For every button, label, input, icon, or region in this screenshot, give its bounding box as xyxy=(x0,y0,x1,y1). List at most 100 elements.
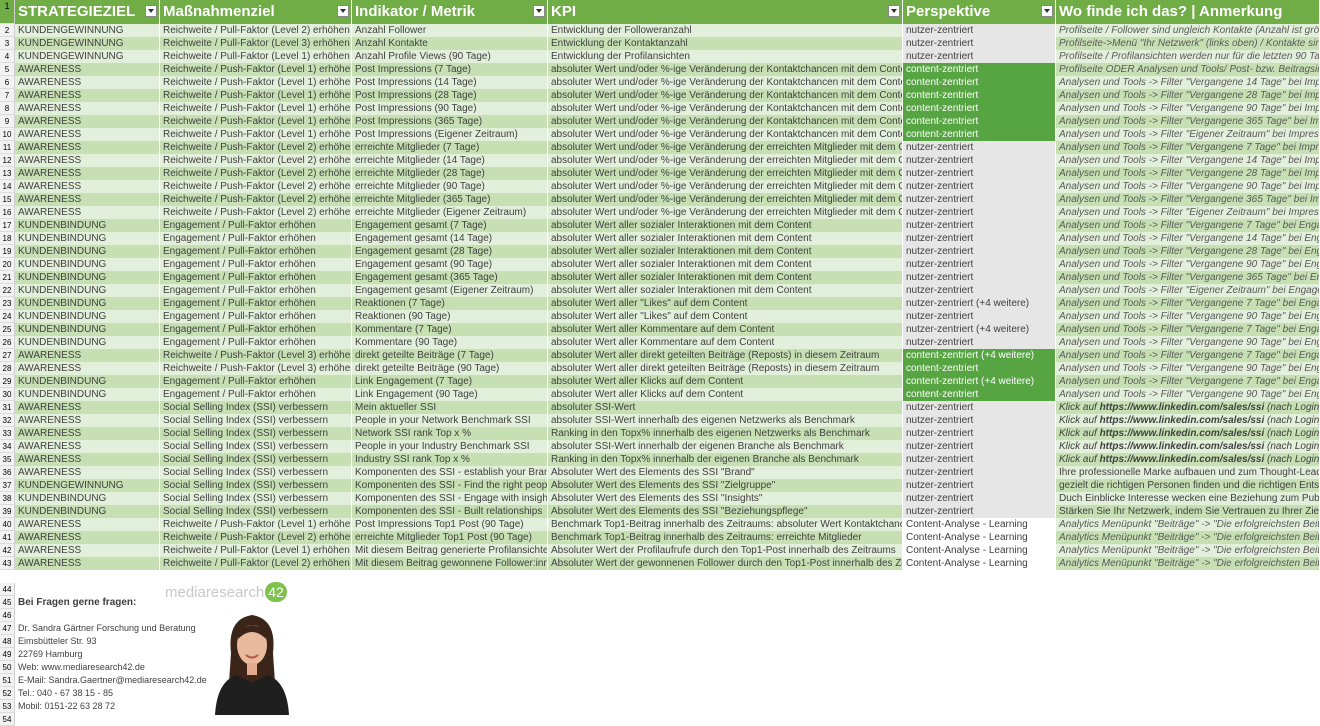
row-number[interactable]: 35 xyxy=(0,453,15,466)
kpi-cell[interactable]: absoluter Wert und/oder %-ige Veränderun… xyxy=(548,141,903,154)
massnahmenziel-cell[interactable]: Reichweite / Push-Faktor (Level 1) erhöh… xyxy=(160,128,352,141)
anmerkung-cell[interactable]: Klick auf https://www.linkedin.com/sales… xyxy=(1056,440,1320,453)
row-number[interactable]: 5 xyxy=(0,63,15,76)
anmerkung-cell[interactable]: Analysen und Tools -> Filter "Vergangene… xyxy=(1056,232,1320,245)
massnahmenziel-cell[interactable]: Engagement / Pull-Faktor erhöhen xyxy=(160,310,352,323)
kpi-cell[interactable]: Ranking in den Topx% innerhalb der eigen… xyxy=(548,453,903,466)
indikator-cell[interactable]: Komponenten des SSI - Built relationship… xyxy=(352,505,548,518)
row-number[interactable]: 37 xyxy=(0,479,15,492)
row-number[interactable]: 49 xyxy=(0,648,15,661)
massnahmenziel-cell[interactable]: Reichweite / Push-Faktor (Level 2) erhöh… xyxy=(160,141,352,154)
perspektive-cell[interactable]: nutzer-zentriert xyxy=(903,167,1056,180)
anmerkung-cell[interactable]: Klick auf https://www.linkedin.com/sales… xyxy=(1056,427,1320,440)
strategieziel-cell[interactable]: AWARENESS xyxy=(15,89,160,102)
strategieziel-cell[interactable]: KUNDENBINDUNG xyxy=(15,388,160,401)
massnahmenziel-cell[interactable]: Reichweite / Pull-Faktor (Level 2) erhöh… xyxy=(160,557,352,570)
strategieziel-cell[interactable]: AWARENESS xyxy=(15,362,160,375)
strategieziel-cell[interactable]: AWARENESS xyxy=(15,401,160,414)
kpi-cell[interactable]: absoluter Wert aller sozialer Interaktio… xyxy=(548,245,903,258)
row-number[interactable]: 28 xyxy=(0,362,15,375)
massnahmenziel-cell[interactable]: Social Selling Index (SSI) verbessern xyxy=(160,453,352,466)
massnahmenziel-cell[interactable]: Reichweite / Pull-Faktor (Level 3) erhöh… xyxy=(160,37,352,50)
perspektive-cell[interactable]: Content-Analyse - Learning xyxy=(903,531,1056,544)
massnahmenziel-cell[interactable]: Reichweite / Push-Faktor (Level 2) erhöh… xyxy=(160,193,352,206)
kpi-cell[interactable]: absoluter SSI-Wert innerhalb des eigenen… xyxy=(548,414,903,427)
anmerkung-cell[interactable]: Analysen und Tools -> Filter "Vergangene… xyxy=(1056,219,1320,232)
kpi-cell[interactable]: Absoluter Wert des Elements des SSI "Zie… xyxy=(548,479,903,492)
perspektive-cell[interactable]: nutzer-zentriert xyxy=(903,141,1056,154)
perspektive-cell[interactable]: content-zentriert xyxy=(903,63,1056,76)
strategieziel-cell[interactable]: AWARENESS xyxy=(15,193,160,206)
strategieziel-cell[interactable]: KUNDENGEWINNUNG xyxy=(15,50,160,63)
strategieziel-cell[interactable]: KUNDENBINDUNG xyxy=(15,336,160,349)
anmerkung-cell[interactable]: Analysen und Tools -> Filter "Vergangene… xyxy=(1056,336,1320,349)
kpi-cell[interactable]: absoluter Wert und/oder %-ige Veränderun… xyxy=(548,63,903,76)
indikator-cell[interactable]: Engagement gesamt (90 Tage) xyxy=(352,258,548,271)
massnahmenziel-cell[interactable]: Engagement / Pull-Faktor erhöhen xyxy=(160,284,352,297)
perspektive-cell[interactable]: nutzer-zentriert xyxy=(903,219,1056,232)
massnahmenziel-cell[interactable]: Reichweite / Push-Faktor (Level 1) erhöh… xyxy=(160,63,352,76)
anmerkung-cell[interactable]: Analysen und Tools -> Filter "Vergangene… xyxy=(1056,154,1320,167)
perspektive-cell[interactable]: nutzer-zentriert xyxy=(903,37,1056,50)
perspektive-cell[interactable]: content-zentriert (+4 weitere) xyxy=(903,375,1056,388)
indikator-cell[interactable]: Post Impressions (90 Tage) xyxy=(352,102,548,115)
filter-dropdown-icon[interactable] xyxy=(533,5,545,17)
perspektive-cell[interactable]: nutzer-zentriert xyxy=(903,492,1056,505)
kpi-cell[interactable]: absoluter Wert aller sozialer Interaktio… xyxy=(548,284,903,297)
row-number[interactable]: 21 xyxy=(0,271,15,284)
row-number[interactable]: 13 xyxy=(0,167,15,180)
row-number[interactable]: 33 xyxy=(0,427,15,440)
anmerkung-cell[interactable]: Analytics Menüpunkt "Beiträge" -> "Die e… xyxy=(1056,544,1320,557)
perspektive-cell[interactable]: nutzer-zentriert xyxy=(903,440,1056,453)
row-number[interactable]: 50 xyxy=(0,661,15,674)
strategieziel-cell[interactable]: AWARENESS xyxy=(15,531,160,544)
ssi-link[interactable]: https://www.linkedin.com/sales/ssi xyxy=(1100,441,1265,452)
row-number[interactable]: 11 xyxy=(0,141,15,154)
perspektive-cell[interactable]: Content-Analyse - Learning xyxy=(903,518,1056,531)
perspektive-cell[interactable]: nutzer-zentriert xyxy=(903,427,1056,440)
row-number[interactable]: 44 xyxy=(0,583,15,596)
row-number[interactable]: 30 xyxy=(0,388,15,401)
kpi-cell[interactable]: absoluter Wert aller sozialer Interaktio… xyxy=(548,271,903,284)
row-number[interactable]: 40 xyxy=(0,518,15,531)
perspektive-cell[interactable]: nutzer-zentriert xyxy=(903,453,1056,466)
massnahmenziel-cell[interactable]: Engagement / Pull-Faktor erhöhen xyxy=(160,297,352,310)
kpi-cell[interactable]: absoluter Wert und/oder %-ige Veränderun… xyxy=(548,167,903,180)
perspektive-cell[interactable]: nutzer-zentriert xyxy=(903,24,1056,37)
ssi-link[interactable]: https://www.linkedin.com/sales/ssi xyxy=(1100,415,1265,426)
massnahmenziel-cell[interactable]: Engagement / Pull-Faktor erhöhen xyxy=(160,388,352,401)
massnahmenziel-cell[interactable]: Social Selling Index (SSI) verbessern xyxy=(160,414,352,427)
anmerkung-cell[interactable]: Analysen und Tools -> Filter "Vergangene… xyxy=(1056,76,1320,89)
strategieziel-cell[interactable]: KUNDENBINDUNG xyxy=(15,492,160,505)
indikator-cell[interactable]: People in your Industry Benchmark SSI xyxy=(352,440,548,453)
kpi-cell[interactable]: absoluter Wert aller direkt geteilten Be… xyxy=(548,362,903,375)
anmerkung-cell[interactable]: Profilseite ODER Analysen und Tools/ Pos… xyxy=(1056,63,1320,76)
row-number[interactable]: 54 xyxy=(0,713,15,726)
indikator-cell[interactable]: Anzahl Kontakte xyxy=(352,37,548,50)
strategieziel-cell[interactable]: AWARENESS xyxy=(15,76,160,89)
kpi-cell[interactable]: absoluter Wert aller sozialer Interaktio… xyxy=(548,232,903,245)
indikator-cell[interactable]: Post Impressions (Eigener Zeitraum) xyxy=(352,128,548,141)
filter-dropdown-icon[interactable] xyxy=(1041,5,1053,17)
strategieziel-cell[interactable]: AWARENESS xyxy=(15,128,160,141)
row-number[interactable]: 38 xyxy=(0,492,15,505)
indikator-cell[interactable]: Post Impressions (28 Tage) xyxy=(352,89,548,102)
kpi-cell[interactable]: absoluter Wert und/oder %-ige Veränderun… xyxy=(548,89,903,102)
anmerkung-cell[interactable]: Klick auf https://www.linkedin.com/sales… xyxy=(1056,401,1320,414)
kpi-cell[interactable]: absoluter Wert aller Kommentare auf dem … xyxy=(548,323,903,336)
strategieziel-cell[interactable]: KUNDENBINDUNG xyxy=(15,505,160,518)
perspektive-cell[interactable]: content-zentriert xyxy=(903,76,1056,89)
indikator-cell[interactable]: Industry SSI rank Top x % xyxy=(352,453,548,466)
strategieziel-cell[interactable]: AWARENESS xyxy=(15,557,160,570)
anmerkung-cell[interactable]: Profilseite / Follower sind ungleich Kon… xyxy=(1056,24,1320,37)
perspektive-cell[interactable]: nutzer-zentriert xyxy=(903,414,1056,427)
perspektive-cell[interactable]: nutzer-zentriert xyxy=(903,479,1056,492)
row-number[interactable]: 1 xyxy=(0,0,15,24)
indikator-cell[interactable]: Komponenten des SSI - Find the right peo… xyxy=(352,479,548,492)
kpi-cell[interactable]: absoluter Wert aller direkt geteilten Be… xyxy=(548,349,903,362)
indikator-cell[interactable]: erreichte Mitglieder (7 Tage) xyxy=(352,141,548,154)
kpi-cell[interactable]: absoluter Wert aller Kommentare auf dem … xyxy=(548,336,903,349)
perspektive-cell[interactable]: content-zentriert xyxy=(903,115,1056,128)
strategieziel-cell[interactable]: AWARENESS xyxy=(15,141,160,154)
anmerkung-cell[interactable]: Analysen und Tools -> Filter "Vergangene… xyxy=(1056,310,1320,323)
